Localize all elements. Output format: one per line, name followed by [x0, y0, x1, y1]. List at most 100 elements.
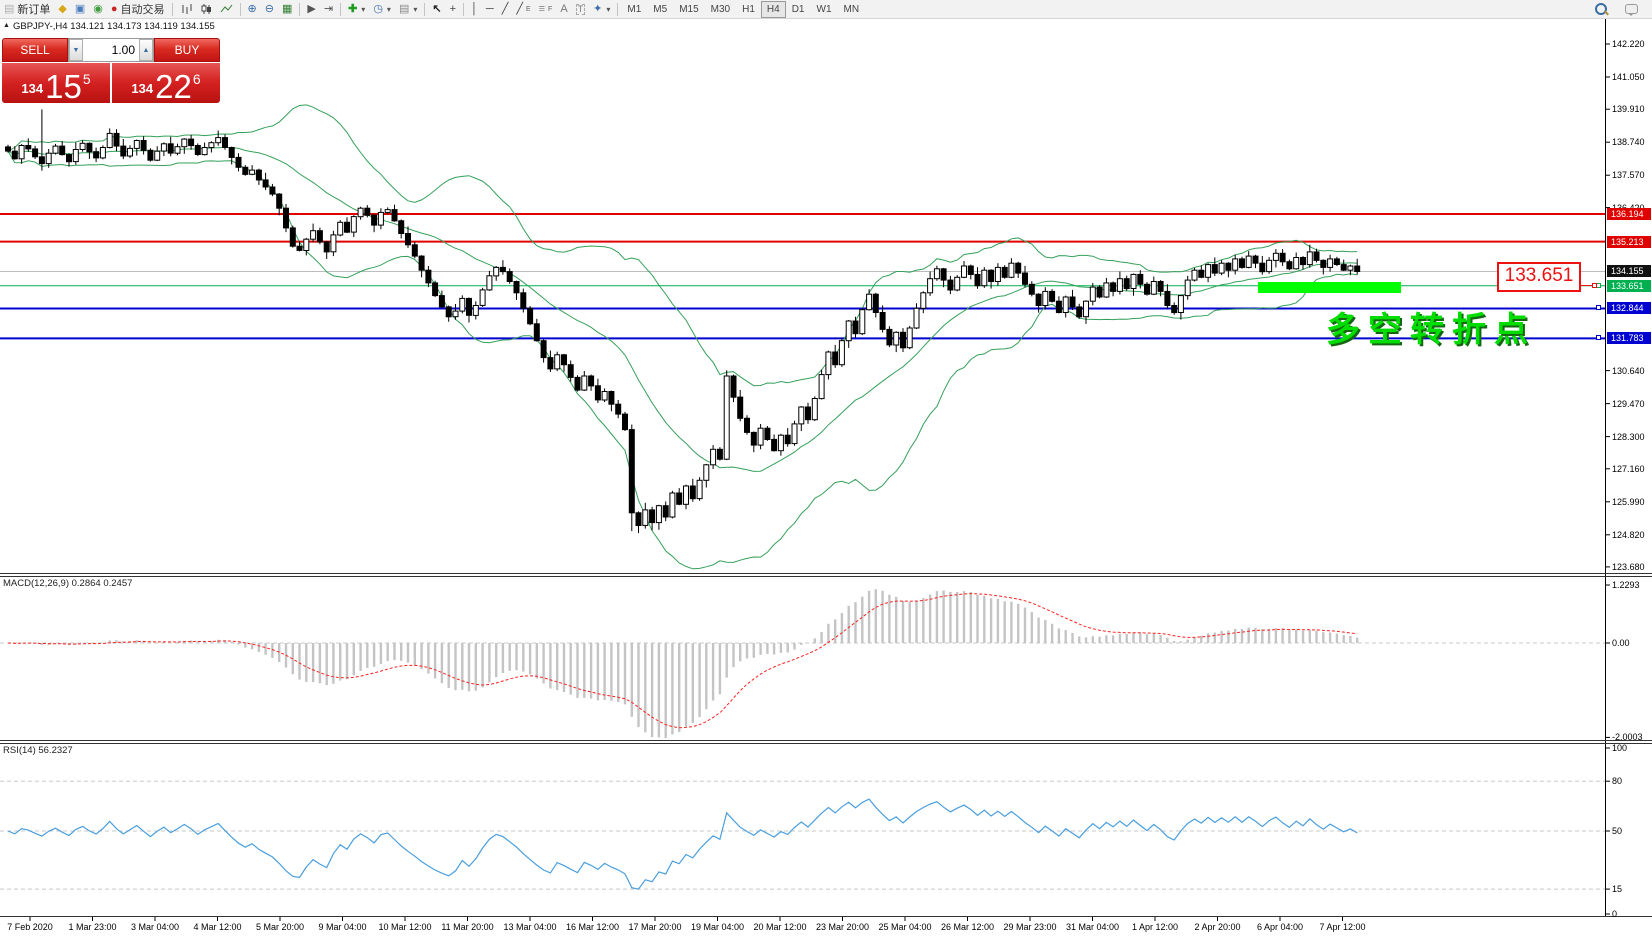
fibonacci-tool-button[interactable]: ≡F	[535, 1, 557, 17]
symbol-ohlc-line: GBPJPY-,H4 134.121 134.173 134.119 134.1…	[13, 21, 215, 32]
price-box-annotation[interactable]: 133.651	[1497, 262, 1581, 292]
sell-price-button[interactable]: 134 15 5	[2, 63, 110, 103]
separator	[172, 3, 173, 16]
separator	[240, 3, 241, 16]
search-button[interactable]	[1591, 1, 1611, 17]
zoom-out-button[interactable]: ⊖	[261, 1, 278, 17]
new-order-icon: ▤	[4, 4, 14, 15]
trendline-tool-button[interactable]: ╱	[498, 1, 513, 17]
zoom-out-icon: ⊖	[265, 4, 274, 15]
template-icon: ▤	[399, 4, 409, 15]
autotrading-icon: ●	[111, 4, 118, 15]
arrows-icon: ✦	[593, 4, 602, 15]
clock-icon: ◷	[373, 4, 383, 15]
candle-chart-button[interactable]	[196, 1, 216, 17]
macd-pane-label: MACD(12,26,9) 0.2864 0.2457	[3, 578, 132, 589]
chart-shift-icon: ⇥	[324, 4, 333, 15]
timeframe-button-M15[interactable]: M15	[673, 1, 704, 18]
vline-tool-button[interactable]: │	[467, 1, 482, 17]
chart-canvas[interactable]	[0, 0, 1652, 938]
separator	[299, 3, 300, 16]
channel-sub-label: E	[526, 6, 531, 13]
line-chart-icon	[220, 3, 233, 15]
text-tool-button[interactable]: A	[556, 1, 571, 17]
sell-price-sup: 5	[83, 71, 91, 87]
new-order-label: 新订单	[17, 1, 50, 17]
sell-button[interactable]: SELL	[2, 38, 68, 62]
separator	[463, 3, 464, 16]
text-tool-icon: A	[560, 4, 567, 15]
autotrading-button[interactable]: ● 自动交易	[107, 1, 169, 17]
deposit-button[interactable]: ◆	[54, 1, 70, 17]
buy-price-sup: 6	[193, 71, 201, 87]
timeframe-button-H1[interactable]: H1	[736, 1, 761, 18]
crosshair-icon: +	[450, 4, 456, 15]
dropdown-caret-icon: ▾	[361, 5, 365, 14]
timeframe-button-W1[interactable]: W1	[811, 1, 838, 18]
auto-scroll-icon: ▶	[307, 4, 315, 15]
periods-button[interactable]: ◷▾	[369, 1, 395, 17]
horizontal-line-icon: ─	[486, 4, 494, 15]
turning-point-annotation[interactable]: 多空转折点	[1326, 302, 1536, 351]
indicators-plus-icon: ✚	[348, 4, 357, 15]
signals-button[interactable]: ◉	[89, 1, 107, 17]
buy-price-big: 22	[155, 73, 192, 101]
autotrading-label: 自动交易	[121, 1, 165, 17]
buy-button[interactable]: BUY	[154, 38, 220, 62]
zoom-in-button[interactable]: ⊕	[244, 1, 261, 17]
volume-decrease-button[interactable]: ▼	[69, 39, 83, 61]
templates-button[interactable]: ▤▾	[395, 1, 421, 17]
bar-chart-icon	[180, 3, 192, 15]
separator	[424, 3, 425, 16]
bar-chart-button[interactable]	[176, 1, 196, 17]
separator	[340, 3, 341, 16]
separator	[617, 3, 618, 16]
dropdown-caret-icon: ▾	[387, 5, 391, 14]
channel-tool-button[interactable]: ╱E	[512, 1, 534, 17]
label-tool-button[interactable]: T	[572, 1, 590, 17]
sell-price-prefix: 134	[21, 81, 43, 96]
fibo-sub-label: F	[548, 6, 552, 13]
candle-chart-icon	[200, 3, 212, 15]
signal-icon: ◉	[93, 4, 103, 15]
monitor-icon: ▣	[75, 4, 85, 15]
trendline-icon: ╱	[502, 4, 509, 15]
hline-tool-button[interactable]: ─	[482, 1, 498, 17]
timeframe-button-M30[interactable]: M30	[705, 1, 736, 18]
line-chart-button[interactable]	[216, 1, 237, 17]
auto-scroll-button[interactable]: ▶	[303, 1, 319, 17]
tile-windows-button[interactable]: ▦	[278, 1, 296, 17]
channel-icon: ╱	[516, 4, 523, 15]
timeframe-button-MN[interactable]: MN	[838, 1, 866, 18]
tile-windows-icon: ▦	[282, 4, 292, 15]
crosshair-tool-button[interactable]: +	[446, 1, 460, 17]
one-click-trading-panel: SELL ▼ ▲ BUY 134 15 5 134 22 6	[2, 38, 220, 103]
toolbar: ▤ 新订单 ◆ ▣ ◉ ● 自动交易 ⊕ ⊖ ▦ ▶ ⇥ ✚▾ ◷▾ ▤▾ ↖	[0, 0, 1652, 19]
rsi-pane-label: RSI(14) 56.2327	[3, 745, 73, 756]
timeframe-button-M1[interactable]: M1	[621, 1, 647, 18]
cursor-tool-button[interactable]: ↖	[428, 1, 445, 17]
terminal-button[interactable]: ▣	[71, 1, 89, 17]
search-icon	[1595, 3, 1607, 15]
new-order-button[interactable]: ▤ 新订单	[0, 1, 54, 17]
chat-icon	[1625, 4, 1638, 14]
chart-shift-button[interactable]: ⇥	[320, 1, 337, 17]
timeframe-button-D1[interactable]: D1	[786, 1, 811, 18]
mt4-terminal: ▤ 新订单 ◆ ▣ ◉ ● 自动交易 ⊕ ⊖ ▦ ▶ ⇥ ✚▾ ◷▾ ▤▾ ↖	[0, 0, 1652, 938]
timeframe-button-H4[interactable]: H4	[761, 1, 786, 18]
buy-price-button[interactable]: 134 22 6	[112, 63, 220, 103]
panel-collapse-icon[interactable]: ▲	[3, 22, 10, 29]
gold-icon: ◆	[58, 4, 66, 15]
volume-increase-button[interactable]: ▲	[139, 39, 153, 61]
volume-control: ▼ ▲	[68, 38, 154, 62]
fibonacci-icon: ≡	[539, 4, 545, 15]
zoom-in-icon: ⊕	[248, 4, 257, 15]
vertical-line-icon: │	[471, 4, 478, 15]
sell-price-big: 15	[45, 73, 82, 101]
highlight-bar-annotation[interactable]	[1258, 282, 1401, 293]
indicators-button[interactable]: ✚▾	[344, 1, 369, 17]
volume-input[interactable]	[83, 39, 139, 61]
arrows-tool-button[interactable]: ✦▾	[589, 1, 614, 17]
timeframe-button-M5[interactable]: M5	[647, 1, 673, 18]
chat-button[interactable]	[1621, 1, 1642, 17]
